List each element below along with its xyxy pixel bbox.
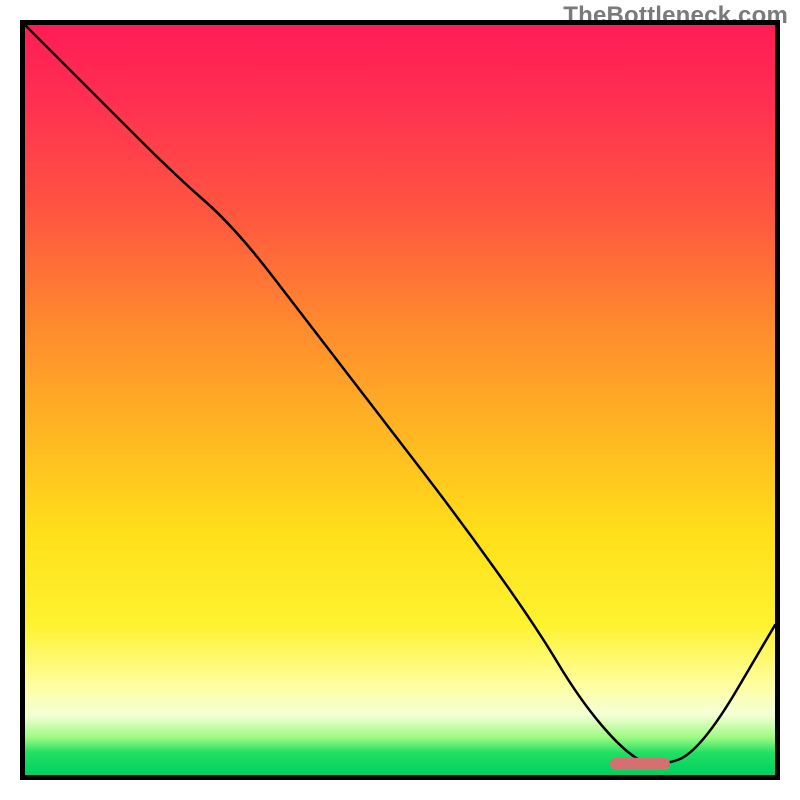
optimal-range-marker: [610, 758, 670, 770]
plot-svg: [25, 25, 775, 775]
chart-canvas: TheBottleneck.com: [0, 0, 800, 800]
bottleneck-curve: [25, 25, 775, 764]
plot-frame: [20, 20, 780, 780]
